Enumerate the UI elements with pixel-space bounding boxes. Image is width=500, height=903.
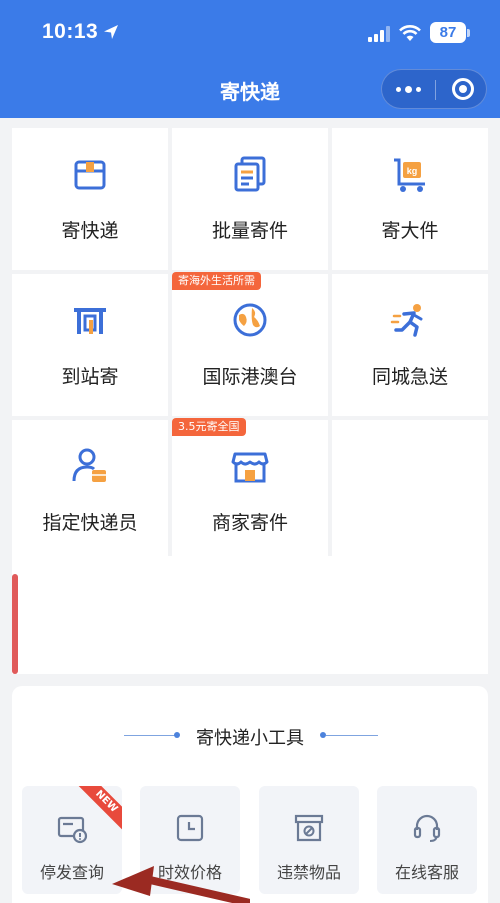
grid-item-merchant-send[interactable]: 3.5元寄全国 商家寄件 — [172, 418, 328, 562]
battery-indicator: 87 — [430, 22, 466, 43]
clock-icon — [176, 814, 204, 842]
grid-item-batch-send[interactable]: 批量寄件 — [172, 128, 328, 270]
title-divider-right — [326, 735, 378, 736]
grid-item-large-item[interactable]: kg 寄大件 — [332, 128, 488, 270]
grid-item-label: 批量寄件 — [211, 220, 288, 242]
tools-title: 寄快递小工具 — [196, 728, 304, 749]
wifi-icon — [399, 25, 421, 41]
runner-icon — [390, 304, 423, 337]
grid-item-label: 同城急送 — [371, 366, 448, 388]
tool-prohibited-items[interactable]: 违禁物品 — [259, 786, 359, 894]
grid-item-station-send[interactable]: 到站寄 — [12, 274, 168, 416]
title-divider-left — [124, 735, 176, 736]
more-menu-button[interactable] — [382, 70, 435, 108]
status-bar: 10:13 87 — [0, 0, 500, 64]
tool-suspension-query[interactable]: 停发查询 NEW — [22, 786, 122, 894]
kg-cart-icon: kg — [394, 158, 425, 192]
documents-icon — [234, 156, 266, 192]
close-miniprogram-button[interactable] — [452, 78, 474, 100]
annotation-arrow — [112, 866, 250, 903]
grid-item-label: 到站寄 — [61, 366, 119, 388]
title-dot-left — [174, 732, 180, 738]
grid-item-international[interactable]: 寄海外生活所需 国际港澳台 — [172, 272, 328, 416]
station-icon — [74, 308, 106, 334]
grid-item-label: 商家寄件 — [211, 512, 288, 534]
suspension-query-icon — [57, 816, 88, 844]
tool-label: 违禁物品 — [276, 863, 341, 882]
grid-item-assigned-courier[interactable]: 指定快递员 — [12, 420, 168, 562]
promo-tag: 3.5元寄全国 — [172, 418, 246, 436]
grid-item-label: 国际港澳台 — [202, 366, 298, 388]
tool-online-service[interactable]: 在线客服 — [377, 786, 477, 894]
location-arrow-icon — [104, 25, 118, 39]
tool-label: 停发查询 — [39, 863, 104, 882]
dot-icon — [405, 85, 412, 93]
prohibited-box-icon — [294, 814, 324, 842]
headset-icon — [413, 814, 441, 842]
capsule-divider — [435, 80, 436, 100]
dot-icon — [396, 86, 401, 92]
svg-text:kg: kg — [407, 166, 418, 176]
shop-icon — [231, 452, 269, 483]
banner-card — [12, 556, 488, 674]
grid-item-same-city[interactable]: 同城急送 — [332, 274, 488, 416]
grid-item-label: 寄快递 — [61, 220, 119, 242]
promo-tag: 寄海外生活所需 — [172, 272, 261, 290]
courier-icon — [72, 448, 106, 482]
grid-item-empty — [332, 420, 488, 562]
globe-icon — [233, 303, 267, 337]
grid-item-label: 寄大件 — [381, 220, 439, 242]
signal-icon — [368, 26, 390, 42]
grid-item-send-express[interactable]: 寄快递 — [12, 128, 168, 270]
status-time: 10:13 — [42, 20, 99, 43]
banner-edge — [12, 574, 18, 674]
tools-section: 寄快递小工具 停发查询 NEW 时效价格 违禁物品 在线客服 — [12, 686, 488, 903]
box-icon — [74, 160, 106, 190]
top-bar: 10:13 87 寄快递 — [0, 0, 500, 118]
dot-icon — [416, 86, 421, 92]
miniprogram-capsule — [381, 69, 487, 109]
tool-label: 在线客服 — [394, 863, 459, 882]
grid-item-label: 指定快递员 — [42, 512, 138, 534]
battery-tip — [467, 29, 470, 37]
